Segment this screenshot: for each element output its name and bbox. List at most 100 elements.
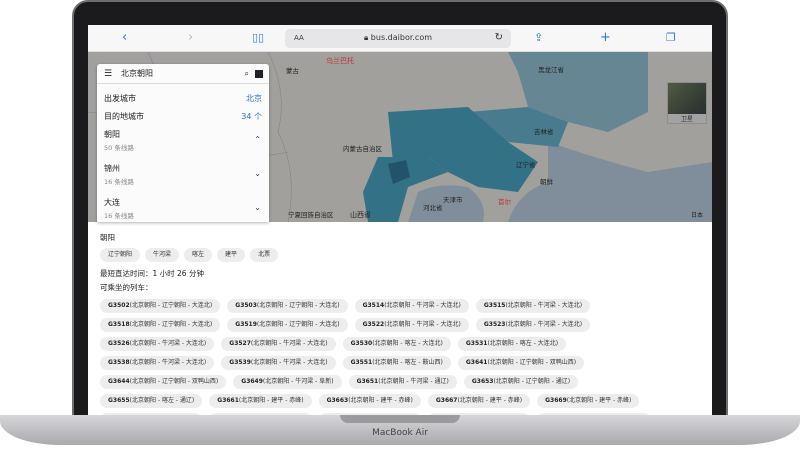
- train-chip[interactable]: G3641(北京朝阳 - 辽宁朝阳 - 双鸭山西): [457, 356, 585, 370]
- train-route: (北京朝阳 - 牛河梁 - 大连北): [250, 359, 328, 366]
- station-chip[interactable]: 北票: [250, 248, 279, 262]
- train-route: (北京朝阳 - 喀左 - 鞍山西): [372, 359, 443, 366]
- train-chip[interactable]: G3655(北京朝阳 - 喀左 - 通辽): [100, 394, 203, 408]
- train-chip[interactable]: G3651(北京朝阳 - 牛河梁 - 通辽): [348, 375, 457, 389]
- train-route: (北京朝阳 - 辽宁朝阳 - 大连北): [256, 321, 340, 328]
- train-route: (北京朝阳 - 辽宁朝阳 - 大连北): [256, 302, 340, 309]
- url-text: bus.daibor.com: [370, 33, 433, 42]
- train-chip[interactable]: G3667(北京朝阳 - 建平 - 赤峰): [427, 394, 531, 408]
- train-route: (北京朝阳 - 喀左 - 大连北): [372, 340, 443, 347]
- train-chip[interactable]: G3675(北京朝阳 - 建平 - 赤峰): [318, 413, 421, 415]
- lock-icon: 🔒︎: [363, 33, 369, 42]
- station-chip[interactable]: 喀左: [184, 248, 213, 262]
- train-chip[interactable]: G3515(北京朝阳 - 牛河梁 - 大连北): [475, 299, 591, 313]
- train-number: G3527: [229, 340, 251, 347]
- station-list: 辽宁朝阳 牛河梁 喀左 建平 北票: [100, 248, 700, 262]
- train-chip[interactable]: G3502(北京朝阳 - 辽宁朝阳 - 大连北): [100, 299, 221, 313]
- train-chip[interactable]: G3677(北京朝阳 - 建平 - 赤峰): [427, 413, 531, 415]
- share-icon[interactable]: ⇪: [534, 31, 543, 45]
- panel-header: ☰ 北京朝阳 ⌕: [97, 64, 269, 84]
- train-chip[interactable]: G3551(北京朝阳 - 喀左 - 鞍山西): [342, 356, 451, 370]
- trains-label: 可乘坐的列车：: [100, 283, 153, 292]
- map-label: 宁夏回族自治区: [288, 210, 334, 219]
- train-route: (北京朝阳 - 牛河梁 - 大连北): [384, 321, 461, 328]
- train-chip[interactable]: G3527(北京朝阳 - 牛河梁 - 大连北): [221, 337, 336, 351]
- train-chip[interactable]: G3644(北京朝阳 - 辽宁朝阳 - 双鸭山西): [100, 375, 227, 389]
- train-chip[interactable]: G3669(北京朝阳 - 建平 - 赤峰): [537, 394, 640, 408]
- train-list: G3502(北京朝阳 - 辽宁朝阳 - 大连北) G3503(北京朝阳 - 辽宁朝…: [100, 299, 675, 415]
- train-chip[interactable]: G3530(北京朝阳 - 喀左 - 大连北): [342, 337, 451, 351]
- chevron-left-icon[interactable]: ‹: [122, 31, 127, 45]
- destination-item[interactable]: 锦州 16 条线路 ⌄: [97, 160, 269, 194]
- destination-row[interactable]: 目的地城市 34 个: [97, 108, 269, 126]
- chevron-down-icon: ⌄: [254, 203, 261, 212]
- train-number: G3649: [241, 378, 263, 385]
- map-label: 辽宁省: [516, 160, 536, 169]
- train-chip[interactable]: G3514(北京朝阳 - 牛河梁 - 大连北): [354, 299, 469, 313]
- origin-row[interactable]: 出发城市 北京: [97, 90, 269, 108]
- menu-icon[interactable]: ☰: [104, 64, 112, 84]
- map-label: 河北省: [423, 203, 443, 212]
- station-chip[interactable]: 牛河梁: [145, 248, 180, 262]
- train-route: (北京朝阳 - 辽宁朝阳 - 大连北): [129, 302, 213, 309]
- train-number: G3667: [435, 397, 458, 404]
- train-route: (北京朝阳 - 牛河梁 - 大连北): [505, 302, 583, 309]
- train-chip[interactable]: G3649(北京朝阳 - 牛河梁 - 阜新): [233, 375, 342, 389]
- train-route: (北京朝阳 - 牛河梁 - 大连北): [384, 302, 461, 309]
- train-number: G3531: [465, 340, 488, 347]
- train-number: G3522: [362, 321, 385, 328]
- train-chip[interactable]: G3653(北京朝阳 - 辽宁朝阳 - 通辽): [463, 375, 579, 389]
- train-number: G3651: [356, 378, 379, 385]
- train-route: (北京朝阳 - 辽宁朝阳 - 通辽): [493, 378, 571, 385]
- train-route: (北京朝阳 - 喀左 - 通辽): [129, 397, 195, 404]
- train-chip[interactable]: G3671(北京朝阳 - 建平 - 赤峰): [100, 413, 203, 415]
- map-label: 天津市: [443, 195, 463, 204]
- train-chip[interactable]: G3519(北京朝阳 - 辽宁朝阳 - 大连北): [227, 318, 348, 332]
- train-route: (北京朝阳 - 辽宁朝阳 - 双鸭山西): [487, 359, 577, 366]
- map-label: 朝鲜: [540, 177, 554, 186]
- train-route: (北京朝阳 - 喀左 - 大连北): [487, 340, 559, 347]
- train-number: G3655: [108, 397, 130, 404]
- train-chip[interactable]: G3538(北京朝阳 - 牛河梁 - 大连北): [100, 356, 215, 370]
- train-route: (北京朝阳 - 牛河梁 - 通辽): [378, 378, 449, 385]
- train-number: G3526: [108, 340, 130, 347]
- train-route: (北京朝阳 - 牛河梁 - 大连北): [129, 340, 207, 347]
- plus-icon[interactable]: +: [600, 31, 611, 45]
- train-chip[interactable]: G3539(北京朝阳 - 牛河梁 - 大连北): [221, 356, 336, 370]
- train-chip[interactable]: G3663(北京朝阳 - 建平 - 赤峰): [318, 394, 421, 408]
- address-bar[interactable]: AA 🔒︎ bus.daibor.com ↻: [285, 29, 511, 48]
- station-chip[interactable]: 建平: [217, 248, 246, 262]
- train-route: (北京朝阳 - 建平 - 赤峰): [566, 397, 632, 404]
- qr-code-icon[interactable]: [255, 70, 263, 78]
- chevron-right-icon[interactable]: ›: [188, 31, 193, 45]
- panel-title: 北京朝阳: [121, 69, 153, 78]
- train-number: G3663: [326, 397, 349, 404]
- train-number: G3518: [108, 321, 130, 328]
- tabs-icon[interactable]: ❐: [666, 31, 676, 45]
- book-icon[interactable]: ▯▯: [252, 31, 264, 45]
- train-number: G3653: [471, 378, 494, 385]
- train-chip[interactable]: G3661(北京朝阳 - 建平 - 赤峰): [209, 394, 312, 408]
- destination-item[interactable]: 大连 16 条线路 ⌄: [97, 194, 269, 222]
- train-number: G3669: [545, 397, 567, 404]
- reload-icon[interactable]: ↻: [495, 32, 503, 43]
- train-chip[interactable]: G3673(北京朝阳 - 建平 - 赤峰): [209, 413, 312, 415]
- train-chip[interactable]: G3531(北京朝阳 - 喀左 - 大连北): [457, 337, 567, 351]
- train-chip[interactable]: G3526(北京朝阳 - 牛河梁 - 大连北): [100, 337, 215, 351]
- map-label: 首尔: [498, 197, 512, 206]
- chevron-down-icon: ⌄: [254, 169, 261, 178]
- train-chip[interactable]: G3503(北京朝阳 - 辽宁朝阳 - 大连北): [227, 299, 348, 313]
- map-label: 乌兰巴托: [326, 56, 354, 65]
- train-route: (北京朝阳 - 建平 - 赤峰): [238, 397, 304, 404]
- train-chip[interactable]: G3522(北京朝阳 - 牛河梁 - 大连北): [354, 318, 469, 332]
- station-chip[interactable]: 辽宁朝阳: [100, 248, 141, 262]
- train-chip[interactable]: G3523(北京朝阳 - 牛河梁 - 大连北): [475, 318, 591, 332]
- train-chip[interactable]: G3518(北京朝阳 - 辽宁朝阳 - 大连北): [100, 318, 221, 332]
- city-heading: 朝阳: [100, 233, 115, 242]
- train-chip[interactable]: G3691(北京朝阳 - 辽宁朝阳 - 丹东): [537, 413, 652, 415]
- search-icon[interactable]: ⌕: [245, 64, 249, 84]
- destination-item[interactable]: 朝阳 50 条线路 ⌃: [97, 126, 269, 160]
- train-number: G3502: [108, 302, 130, 309]
- map-label: 内蒙古自治区: [343, 144, 383, 153]
- train-number: G3515: [483, 302, 506, 309]
